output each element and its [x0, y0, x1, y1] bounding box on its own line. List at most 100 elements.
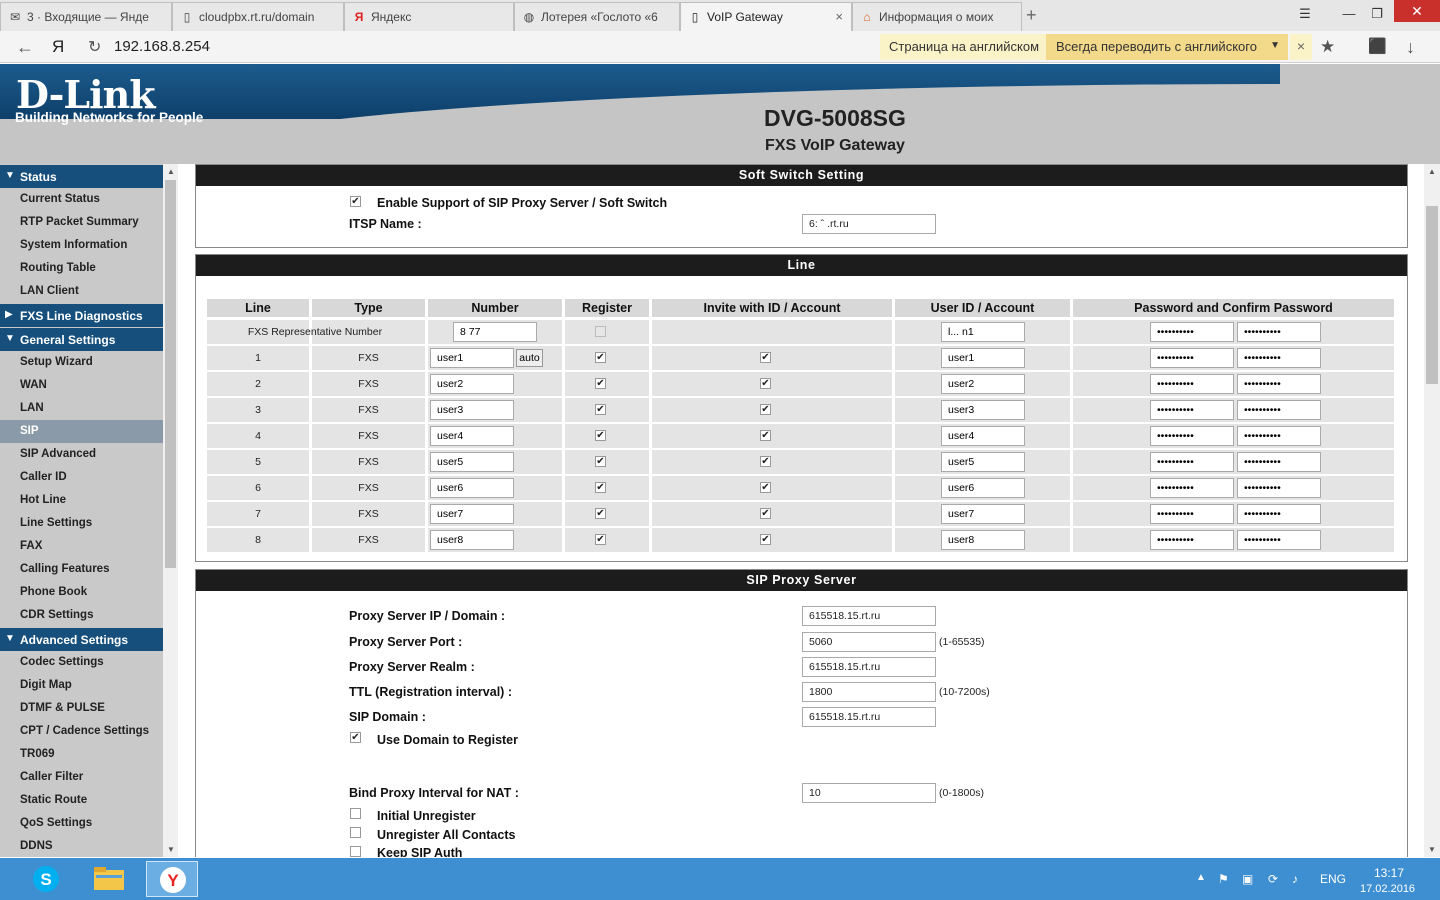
- close-tab-icon[interactable]: ×: [835, 9, 843, 24]
- scroll-up-icon[interactable]: ▲: [1428, 167, 1436, 176]
- sidebar-section-status[interactable]: ▼ Status: [0, 165, 163, 188]
- bind-proxy-input[interactable]: 10: [802, 783, 936, 803]
- sidebar-item-ddns[interactable]: DDNS: [0, 835, 163, 857]
- scroll-down-icon[interactable]: ▼: [167, 845, 175, 854]
- invite-with-id-checkbox[interactable]: ✔: [760, 508, 771, 519]
- register-checkbox[interactable]: ✔: [595, 378, 606, 389]
- proxy-port-input[interactable]: 5060: [802, 632, 936, 652]
- user-id-input[interactable]: user4: [941, 426, 1025, 446]
- initial-unregister-checkbox[interactable]: [350, 808, 361, 819]
- tab-lottery[interactable]: ◍ Лотерея «Гослото «6: [514, 2, 680, 31]
- scrollbar-thumb[interactable]: [165, 180, 176, 568]
- sidebar-item-rtp-packet-summary[interactable]: RTP Packet Summary: [0, 211, 163, 234]
- password-input[interactable]: ••••••••••: [1150, 348, 1234, 368]
- sidebar-item-caller-id[interactable]: Caller ID: [0, 466, 163, 489]
- scroll-down-icon[interactable]: ▼: [1428, 845, 1436, 854]
- star-icon[interactable]: ★: [1320, 37, 1335, 57]
- yandex-home-icon[interactable]: Я: [52, 37, 64, 57]
- language-indicator[interactable]: ENG: [1320, 872, 1346, 886]
- sidebar-item-hot-line[interactable]: Hot Line: [0, 489, 163, 512]
- scroll-up-icon[interactable]: ▲: [167, 167, 175, 176]
- register-checkbox[interactable]: ✔: [595, 430, 606, 441]
- register-checkbox[interactable]: ✔: [595, 352, 606, 363]
- confirm-password-input[interactable]: ••••••••••: [1237, 426, 1321, 446]
- sidebar-item-tr069[interactable]: TR069: [0, 743, 163, 766]
- tab-yandex[interactable]: Я Яндекс: [344, 2, 514, 31]
- invite-with-id-checkbox[interactable]: ✔: [760, 404, 771, 415]
- invite-with-id-checkbox[interactable]: ✔: [760, 430, 771, 441]
- translate-notice[interactable]: Страница на английском: [880, 34, 1046, 60]
- sidebar-section-advanced-settings[interactable]: ▼ Advanced Settings: [0, 628, 163, 651]
- ttl-input[interactable]: 1800: [802, 682, 936, 702]
- number-input[interactable]: user8: [430, 530, 514, 550]
- sidebar-section-fxs-line-diagnostics[interactable]: ▶ FXS Line Diagnostics: [0, 304, 163, 327]
- number-input[interactable]: user4: [430, 426, 514, 446]
- sidebar-item-lan[interactable]: LAN: [0, 397, 163, 420]
- itsp-name-input[interactable]: 6: ˆ .rt.ru: [802, 214, 936, 234]
- tab-info[interactable]: ⌂ Информация о моих: [852, 2, 1022, 31]
- confirm-password-input[interactable]: ••••••••••: [1237, 504, 1321, 524]
- sidebar-item-wan[interactable]: WAN: [0, 374, 163, 397]
- skype-icon[interactable]: S: [20, 861, 72, 897]
- keep-sip-auth-checkbox[interactable]: [350, 846, 361, 857]
- register-checkbox[interactable]: ✔: [595, 482, 606, 493]
- register-checkbox[interactable]: ✔: [595, 456, 606, 467]
- volume-icon[interactable]: ♪: [1292, 872, 1298, 886]
- minimize-icon[interactable]: —: [1334, 3, 1364, 25]
- scrollbar-thumb[interactable]: [1426, 206, 1438, 384]
- sidebar-item-sip-advanced[interactable]: SIP Advanced: [0, 443, 163, 466]
- sidebar-item-caller-filter[interactable]: Caller Filter: [0, 766, 163, 789]
- sidebar-item-fax[interactable]: FAX: [0, 535, 163, 558]
- invite-with-id-checkbox[interactable]: ✔: [760, 456, 771, 467]
- password-input[interactable]: ••••••••••: [1150, 322, 1234, 342]
- confirm-password-input[interactable]: ••••••••••: [1237, 452, 1321, 472]
- proxy-ip-input[interactable]: 615518.15.rt.ru: [802, 606, 936, 626]
- sidebar-item-system-information[interactable]: System Information: [0, 234, 163, 257]
- sidebar-item-cdr-settings[interactable]: CDR Settings: [0, 604, 163, 627]
- register-checkbox[interactable]: ✔: [595, 404, 606, 415]
- confirm-password-input[interactable]: ••••••••••: [1237, 400, 1321, 420]
- sidebar-item-routing-table[interactable]: Routing Table: [0, 257, 163, 280]
- unregister-all-checkbox[interactable]: [350, 827, 361, 838]
- user-id-input[interactable]: user3: [941, 400, 1025, 420]
- number-input[interactable]: user1: [430, 348, 514, 368]
- sidebar-item-sip[interactable]: SIP: [0, 420, 163, 443]
- translate-always-button[interactable]: Всегда переводить с английского ▼: [1046, 34, 1288, 60]
- clock-time[interactable]: 13:17: [1374, 866, 1404, 880]
- rep-number-input[interactable]: 8 77: [453, 322, 537, 342]
- close-window-icon[interactable]: ✕: [1394, 0, 1440, 22]
- sip-domain-input[interactable]: 615518.15.rt.ru: [802, 707, 936, 727]
- tab-cloudpbx[interactable]: ▯ cloudpbx.rt.ru/domain: [172, 2, 344, 31]
- number-input[interactable]: user5: [430, 452, 514, 472]
- sidebar-item-current-status[interactable]: Current Status: [0, 188, 163, 211]
- number-input[interactable]: user3: [430, 400, 514, 420]
- invite-with-id-checkbox[interactable]: ✔: [760, 482, 771, 493]
- sidebar-item-phone-book[interactable]: Phone Book: [0, 581, 163, 604]
- confirm-password-input[interactable]: ••••••••••: [1237, 478, 1321, 498]
- tray-expand-icon[interactable]: ▲: [1196, 872, 1206, 883]
- sidebar-item-setup-wizard[interactable]: Setup Wizard: [0, 351, 163, 374]
- password-input[interactable]: ••••••••••: [1150, 452, 1234, 472]
- rep-user-id-input[interactable]: l... n1: [941, 322, 1025, 342]
- auto-button[interactable]: auto: [516, 349, 543, 367]
- invite-with-id-checkbox[interactable]: ✔: [760, 352, 771, 363]
- proxy-realm-input[interactable]: 615518.15.rt.ru: [802, 657, 936, 677]
- user-id-input[interactable]: user2: [941, 374, 1025, 394]
- sidebar-item-cpt-cadence-settings[interactable]: CPT / Cadence Settings: [0, 720, 163, 743]
- confirm-password-input[interactable]: ••••••••••: [1237, 322, 1321, 342]
- reload-icon[interactable]: ↻: [88, 37, 101, 57]
- url-field[interactable]: 192.168.8.254: [114, 38, 210, 55]
- sidebar-item-static-route[interactable]: Static Route: [0, 789, 163, 812]
- sidebar-item-qos-settings[interactable]: QoS Settings: [0, 812, 163, 835]
- enable-proxy-checkbox[interactable]: ✔: [350, 196, 361, 207]
- password-input[interactable]: ••••••••••: [1150, 400, 1234, 420]
- password-input[interactable]: ••••••••••: [1150, 504, 1234, 524]
- user-id-input[interactable]: user1: [941, 348, 1025, 368]
- extension-icon[interactable]: ⬛: [1368, 37, 1387, 55]
- user-id-input[interactable]: user5: [941, 452, 1025, 472]
- invite-with-id-checkbox[interactable]: ✔: [760, 378, 771, 389]
- register-checkbox[interactable]: ✔: [595, 534, 606, 545]
- sidebar-scrollbar[interactable]: ▲ ▼: [163, 164, 178, 857]
- number-input[interactable]: user2: [430, 374, 514, 394]
- register-checkbox[interactable]: ✔: [595, 508, 606, 519]
